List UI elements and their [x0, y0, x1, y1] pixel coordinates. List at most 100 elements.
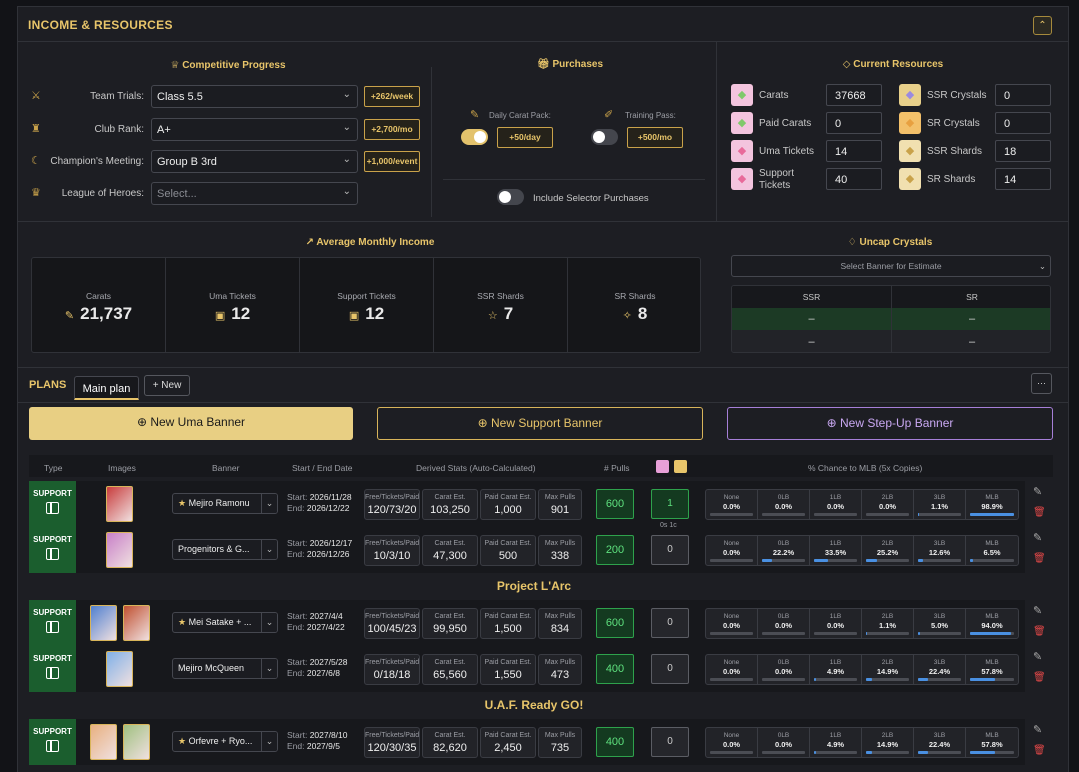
training-pass-toggle[interactable] [591, 129, 618, 145]
pulls-input[interactable]: 200 [596, 535, 634, 565]
selector-toggle[interactable] [497, 189, 524, 205]
resource-input[interactable]: 37668 [826, 84, 882, 106]
mlb-chance-bar [918, 559, 961, 562]
uncap-table: SSR SR – – – – [731, 285, 1051, 353]
resource-input[interactable]: 0 [995, 112, 1051, 134]
banner-select[interactable]: Progenitors & G... ⌄ [172, 539, 278, 560]
banner-select[interactable]: ★ Mei Satake + ... ⌄ [172, 612, 278, 633]
new-uma-banner-button[interactable]: ⊕ New Uma Banner [29, 407, 353, 440]
crystal-input[interactable]: 1 [651, 489, 689, 519]
chevron-down-icon: ⌄ [261, 540, 277, 559]
header-dates: Start / End Date [292, 463, 353, 473]
star-icon: ★ [178, 617, 189, 627]
section-title: INCOME & RESOURCES [28, 18, 173, 32]
edit-icon[interactable]: ✎ [1033, 531, 1042, 544]
mlb-chance-cell: 1LB 4.9% [810, 728, 862, 757]
mlb-chance-bar [814, 513, 857, 516]
mlb-chance-bar [970, 513, 1014, 516]
mlb-chance-cell: 2LB 1.1% [862, 609, 914, 638]
mlb-chance-cell: 3LB 22.4% [914, 655, 966, 684]
banner-estimate-select[interactable]: Select Banner for Estimate ⌄ [731, 255, 1051, 277]
avg-income-cell: Uma Tickets ▣ 12 [166, 258, 300, 352]
derived-stat: Carat Est. 103,250 [422, 489, 478, 520]
banner-group-title: U.A.F. Ready GO! [29, 693, 1039, 717]
diamond-icon: ◇ [842, 59, 854, 70]
mlb-chance-cell: 0LB 0.0% [758, 728, 810, 757]
pulls-input[interactable]: 600 [596, 608, 634, 638]
mlb-chance-cell: 2LB 14.9% [862, 728, 914, 757]
derived-stat: Carat Est. 99,950 [422, 608, 478, 639]
avg-income-cell: SSR Shards ☆ 7 [434, 258, 568, 352]
header-derived: Derived Stats (Auto-Calculated) [416, 463, 536, 473]
banner-select[interactable]: ★ Mejiro Ramonu ⌄ [172, 493, 278, 514]
edit-icon[interactable]: ✎ [1033, 650, 1042, 663]
trash-icon[interactable]: 🗑︎ [1033, 553, 1046, 564]
competitive-select[interactable]: A+ ⌄ [151, 118, 358, 141]
banner-select[interactable]: Mejiro McQueen ⌄ [172, 658, 278, 679]
edit-icon[interactable]: ✎ [1033, 485, 1042, 498]
support-card-icon [46, 667, 59, 679]
banner-dates: Start: 2026/11/28 End: 2026/12/22 [287, 492, 352, 513]
new-support-banner-button[interactable]: ⊕ New Support Banner [377, 407, 703, 440]
tab-main-plan[interactable]: Main plan [74, 376, 139, 400]
uncap-cell: – [968, 336, 976, 348]
resource-input[interactable]: 40 [826, 168, 882, 190]
mlb-chance-bar [970, 751, 1014, 754]
derived-stat: Paid Carat Est. 1,000 [480, 489, 536, 520]
competitive-select[interactable]: Class 5.5 ⌄ [151, 85, 358, 108]
crystal-input[interactable]: 0 [651, 654, 689, 684]
trash-icon[interactable]: 🗑︎ [1033, 672, 1046, 683]
uncap-cell: – [808, 336, 815, 348]
daily-carat-toggle[interactable] [461, 129, 488, 145]
competitive-select[interactable]: Group B 3rd ⌄ [151, 150, 358, 173]
crystal-input[interactable]: 0 [651, 535, 689, 565]
pulls-input[interactable]: 400 [596, 727, 634, 757]
mlb-chance-cell: MLB 94.0% [966, 609, 1018, 638]
mlb-chance-bar [866, 678, 909, 681]
resource-input[interactable]: 14 [826, 140, 882, 162]
resource-input[interactable]: 18 [995, 140, 1051, 162]
crystal-input[interactable]: 0 [651, 727, 689, 757]
chevron-down-icon: ⌄ [342, 122, 351, 133]
edit-icon[interactable]: ✎ [1033, 723, 1042, 736]
header-type: Type [44, 463, 63, 473]
derived-stat: Paid Carat Est. 500 [480, 535, 536, 566]
crystal-input[interactable]: 0 [651, 608, 689, 638]
trash-icon[interactable]: 🗑︎ [1033, 626, 1046, 637]
resource-label: Support Tickets [759, 168, 795, 191]
mlb-chance-bar [918, 678, 961, 681]
income-icon: ☆ [487, 310, 498, 322]
table-row: SUPPORT ★ Orfevre + Ryo... ⌄ Start: 2027/… [29, 719, 1051, 765]
support-card-icon [46, 621, 59, 633]
mlb-chance-cell: 0LB 0.0% [758, 490, 810, 519]
income-icon: ✧ [622, 310, 632, 322]
resource-input[interactable]: 0 [826, 112, 882, 134]
derived-stat: Max Pulls 473 [538, 654, 582, 685]
resource-input[interactable]: 0 [995, 84, 1051, 106]
banner-select[interactable]: ★ Orfevre + Ryo... ⌄ [172, 731, 278, 752]
mlb-chance-bar [762, 751, 805, 754]
more-options-button[interactable]: ··· [1031, 373, 1052, 394]
resource-icon: ◆ [899, 168, 921, 190]
mlb-chance-bar [710, 559, 753, 562]
new-stepup-banner-button[interactable]: ⊕ New Step-Up Banner [727, 407, 1053, 440]
derived-stat: Paid Carat Est. 2,450 [480, 727, 536, 758]
trash-icon[interactable]: 🗑︎ [1033, 745, 1046, 756]
mlb-chance-cell: 1LB 4.9% [810, 655, 862, 684]
competitive-select[interactable]: Select... ⌄ [151, 182, 358, 205]
gift-icon: 🎁︎ [536, 59, 553, 70]
resource-input[interactable]: 14 [995, 168, 1051, 190]
trash-icon[interactable]: 🗑︎ [1033, 507, 1046, 518]
table-row: SUPPORT Mejiro McQueen ⌄ Start: 2027/5/28… [29, 646, 1051, 692]
selector-label: Include Selector Purchases [533, 193, 649, 204]
support-card-image [106, 532, 133, 568]
mlb-chance-cell: MLB 57.8% [966, 655, 1018, 684]
chevron-down-icon: ⌄ [261, 732, 277, 751]
edit-icon[interactable]: ✎ [1033, 604, 1042, 617]
plans-title: PLANS [29, 379, 67, 391]
pulls-input[interactable]: 400 [596, 654, 634, 684]
chevron-up-icon[interactable]: ⌃ [1033, 16, 1052, 35]
new-plan-button[interactable]: + New [144, 375, 190, 396]
mlb-chance-bar [710, 678, 753, 681]
pulls-input[interactable]: 600 [596, 489, 634, 519]
